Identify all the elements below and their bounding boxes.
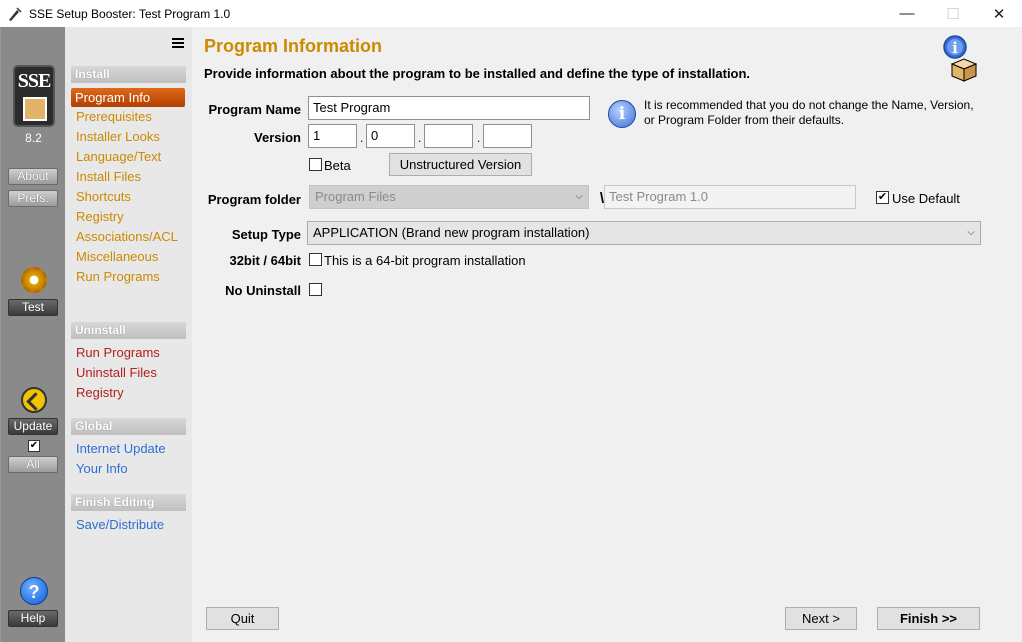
version-major-input[interactable]: 1 [308, 124, 357, 148]
section-install: Install [71, 66, 186, 83]
svg-text:i: i [952, 39, 958, 57]
chevron-down-icon: ⌵ [967, 227, 975, 238]
help-icon[interactable]: ? [20, 577, 48, 605]
all-button[interactable]: All [8, 456, 58, 473]
no-uninstall-label: No Uninstall [225, 283, 301, 298]
logo-text: SSE [17, 70, 52, 92]
left-toolbar: SSE 8.2 About Prefs. Test Update ✔ All ?… [0, 27, 65, 642]
app-icon [9, 6, 22, 21]
program-folder-select[interactable]: Program Files ⌵ [309, 185, 589, 209]
section-global: Global [71, 418, 186, 435]
about-button[interactable]: About [8, 168, 58, 185]
info-icon: i [608, 100, 636, 128]
program-folder-select-value: Program Files [315, 189, 396, 204]
maximize-button[interactable]: ☐ [930, 0, 976, 27]
nav-miscellaneous[interactable]: Miscellaneous [76, 249, 158, 265]
nav-prerequisites[interactable]: Prerequisites [76, 109, 152, 125]
main-panel: Program Information Provide information … [192, 27, 1022, 642]
nav-installer-looks[interactable]: Installer Looks [76, 129, 160, 145]
sse-logo: SSE [13, 65, 55, 127]
bitness-label: 32bit / 64bit [229, 253, 301, 268]
update-button[interactable]: Update [8, 418, 58, 435]
nav-registry[interactable]: Registry [76, 209, 124, 225]
minimize-button[interactable]: — [884, 0, 930, 27]
box-icon [23, 97, 47, 121]
version-number: 8.2 [25, 131, 42, 145]
use-default-checkbox[interactable]: ✔ [876, 191, 889, 204]
nav-internet-update[interactable]: Internet Update [76, 441, 166, 457]
version-dot-2: . [418, 131, 422, 145]
64bit-label: This is a 64-bit program installation [324, 253, 526, 268]
hamburger-menu-icon[interactable] [172, 38, 184, 48]
64bit-checkbox[interactable] [309, 253, 322, 266]
page-description: Provide information about the program to… [204, 66, 751, 81]
version-dot-1: . [360, 131, 364, 145]
gear-icon[interactable] [21, 267, 47, 293]
chevron-down-icon: ⌵ [575, 191, 583, 202]
close-button[interactable]: ✕ [976, 0, 1022, 27]
nav-uninstall-run-programs[interactable]: Run Programs [76, 345, 160, 361]
info-box-icon: i [943, 35, 978, 82]
help-button[interactable]: Help [8, 610, 58, 627]
navigation-panel: Install Program Info Prerequisites Insta… [65, 27, 192, 642]
nav-associations-acl[interactable]: Associations/ACL [76, 229, 178, 245]
nav-program-info[interactable]: Program Info [71, 88, 185, 107]
page-title: Program Information [204, 36, 383, 56]
unstructured-version-button[interactable]: Unstructured Version [389, 153, 532, 176]
nav-uninstall-registry[interactable]: Registry [76, 385, 124, 401]
version-build-input[interactable] [424, 124, 473, 148]
beta-checkbox[interactable] [309, 158, 322, 171]
nav-install-files[interactable]: Install Files [76, 169, 141, 185]
setup-type-label: Setup Type [231, 227, 301, 242]
use-default-label: Use Default [892, 191, 960, 206]
window-title: SSE Setup Booster: Test Program 1.0 [29, 6, 231, 21]
nav-uninstall-files[interactable]: Uninstall Files [76, 365, 157, 381]
nav-run-programs[interactable]: Run Programs [76, 269, 160, 285]
folder-separator: \ [599, 190, 604, 207]
nav-save-distribute[interactable]: Save/Distribute [76, 517, 164, 533]
no-uninstall-checkbox[interactable] [309, 283, 322, 296]
section-finish-editing: Finish Editing [71, 494, 186, 511]
finish-button[interactable]: Finish >> [877, 607, 980, 630]
section-uninstall: Uninstall [71, 322, 186, 339]
title-bar: SSE Setup Booster: Test Program 1.0 [0, 0, 1022, 27]
program-folder-label: Program folder [207, 192, 301, 207]
nav-shortcuts[interactable]: Shortcuts [76, 189, 131, 205]
next-button[interactable]: Next > [785, 607, 857, 630]
version-revision-input[interactable] [483, 124, 532, 148]
program-name-label: Program Name [208, 102, 301, 117]
nav-your-info[interactable]: Your Info [76, 461, 128, 477]
test-button[interactable]: Test [8, 299, 58, 316]
version-dot-3: . [477, 131, 481, 145]
info-note: It is recommended that you do not change… [644, 98, 974, 127]
setup-type-value: APPLICATION (Brand new program installat… [313, 225, 590, 240]
program-subfolder-input[interactable]: Test Program 1.0 [604, 185, 856, 209]
setup-type-select[interactable]: APPLICATION (Brand new program installat… [307, 221, 981, 245]
nav-language-text[interactable]: Language/Text [76, 149, 161, 165]
version-minor-input[interactable]: 0 [366, 124, 415, 148]
prefs-button[interactable]: Prefs. [8, 190, 58, 207]
quit-button[interactable]: Quit [206, 607, 279, 630]
version-label: Version [254, 130, 301, 145]
program-name-input[interactable]: Test Program [308, 96, 590, 120]
update-all-checkbox[interactable]: ✔ [28, 440, 40, 452]
beta-label: Beta [324, 158, 351, 173]
update-icon[interactable] [21, 387, 47, 413]
